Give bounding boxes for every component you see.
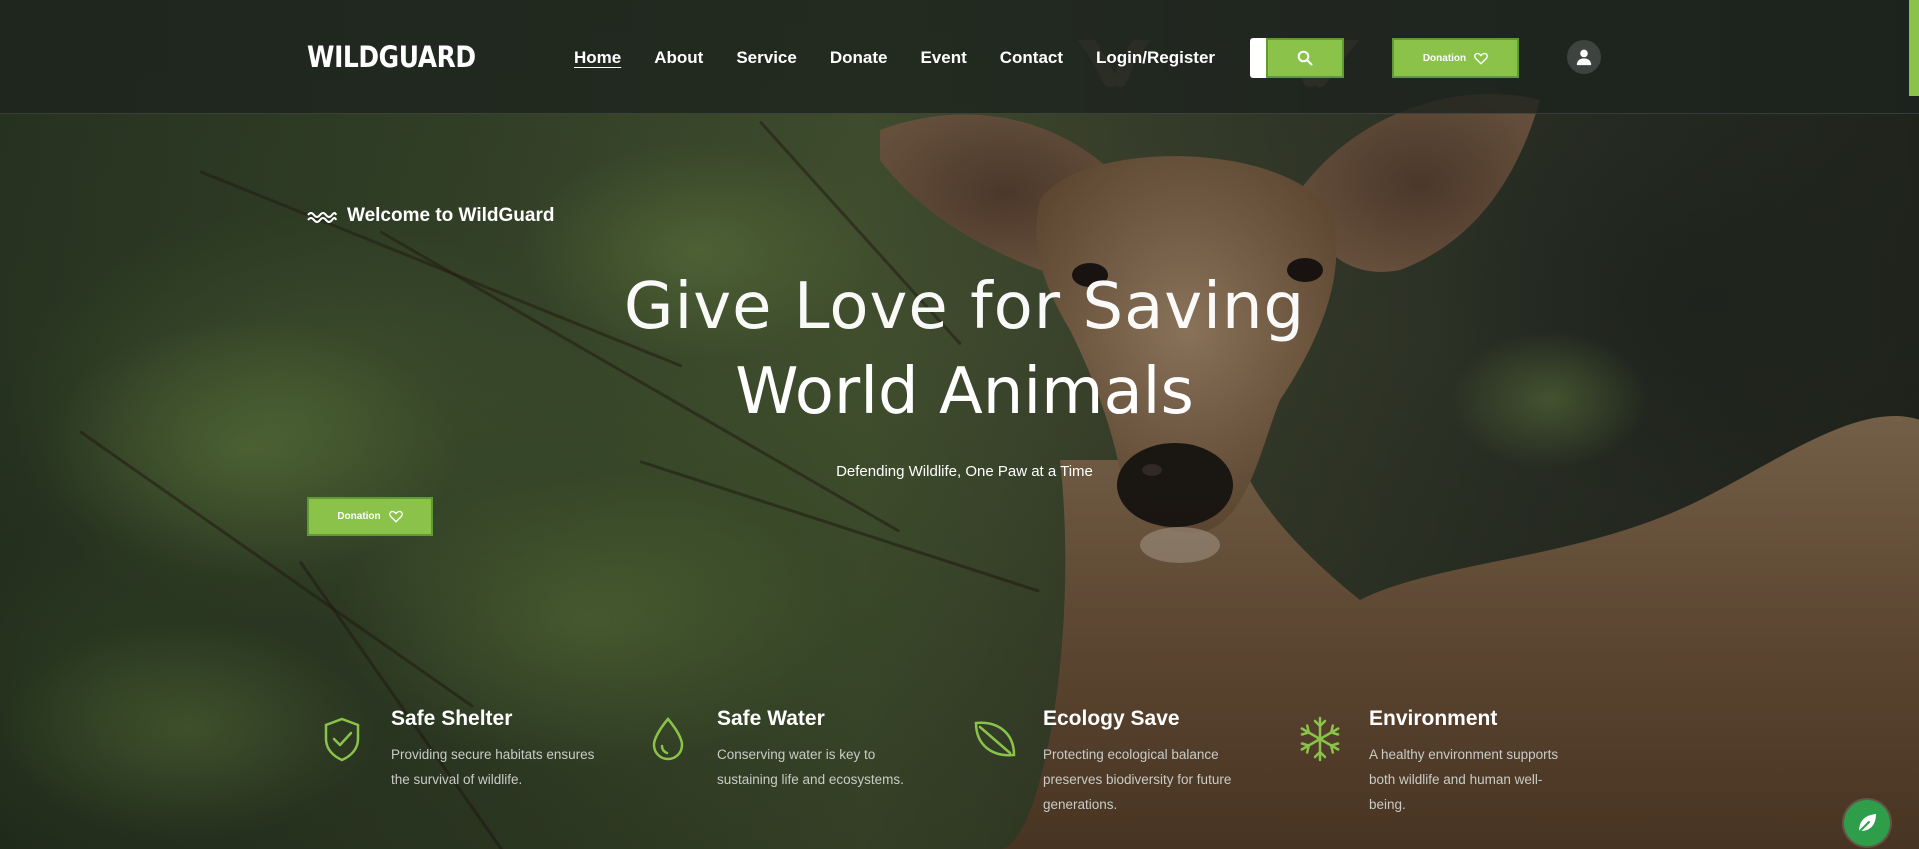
welcome-tagline: Welcome to WildGuard xyxy=(307,205,554,227)
feature-text: Protecting ecological balance preserves … xyxy=(1043,747,1232,812)
hero-subtitle: Defending Wildlife, One Paw at a Time xyxy=(836,463,1093,480)
user-account-button[interactable] xyxy=(1567,40,1601,74)
leaf-chat-icon xyxy=(1857,814,1876,834)
feature-title: Environment xyxy=(1369,707,1498,730)
scroll-indicator xyxy=(1909,0,1919,96)
heart-icon xyxy=(388,510,403,523)
wave-icon xyxy=(307,212,337,223)
search-box xyxy=(1250,38,1348,82)
feature-text: Conserving water is key to sustaining li… xyxy=(717,747,904,787)
feature-text: Providing secure habitats ensures the su… xyxy=(391,747,595,787)
chat-button[interactable] xyxy=(1844,800,1890,846)
user-icon xyxy=(1576,49,1592,66)
nav-login-register[interactable]: Login/Register xyxy=(1096,48,1215,68)
hero-title-line2: World Animals xyxy=(735,355,1194,429)
donation-label: Donation xyxy=(1422,52,1467,64)
hero-title-line1: Give Love for Saving xyxy=(623,270,1306,344)
nav-event[interactable]: Event xyxy=(920,48,966,68)
nav-home[interactable]: Home xyxy=(574,48,621,68)
nav-about[interactable]: About xyxy=(654,48,703,68)
site-header: WILDGUARD Home About Service Donate Even… xyxy=(0,0,1919,114)
search-button[interactable] xyxy=(1266,38,1348,82)
nav-donate[interactable]: Donate xyxy=(830,48,888,68)
welcome-text: Welcome to WildGuard xyxy=(347,205,555,226)
features-section: Safe Shelter Providing secure habitats e… xyxy=(318,707,1618,847)
snowflake-icon xyxy=(1300,716,1340,762)
donation-label: Donation xyxy=(337,511,381,522)
heart-icon xyxy=(1474,52,1489,65)
nav-service[interactable]: Service xyxy=(736,48,797,68)
search-icon xyxy=(1297,50,1313,66)
nav-contact[interactable]: Contact xyxy=(1000,48,1063,68)
main-nav: Home About Service Donate Event Contact … xyxy=(574,48,1248,68)
donation-button-hero[interactable]: Donation xyxy=(307,497,437,540)
donation-button-header[interactable]: Donation xyxy=(1392,38,1523,82)
feature-title: Safe Shelter xyxy=(391,707,513,730)
feature-title: Ecology Save xyxy=(1043,707,1180,730)
feature-title: Safe Water xyxy=(717,707,825,730)
site-logo[interactable]: WILDGUARD xyxy=(307,40,476,74)
feature-text: A healthy environment supports both wild… xyxy=(1369,747,1559,812)
water-drop-icon xyxy=(652,717,684,761)
shield-check-icon xyxy=(324,717,360,762)
leaf-icon xyxy=(974,721,1016,757)
